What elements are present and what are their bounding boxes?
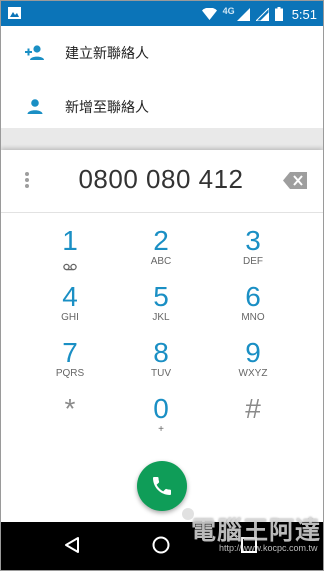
key-letters: PQRS [55, 368, 85, 379]
call-button[interactable] [137, 461, 187, 511]
key-digit: 1 [62, 225, 78, 256]
key-letters: MNO [241, 312, 265, 323]
dial-key-0[interactable]: 0 + [121, 394, 201, 452]
wifi-icon [201, 8, 217, 20]
key-digit: 5 [153, 281, 169, 312]
key-digit: 6 [245, 281, 261, 312]
watermark: 電腦王阿達 http://www.kocpc.com.tw [179, 505, 323, 565]
suggestion-label: 新增至聯絡人 [65, 100, 149, 116]
key-digit: 9 [245, 337, 261, 368]
key-digit: * [64, 393, 76, 424]
network-type: 4G [222, 6, 235, 16]
key-digit: 4 [62, 281, 78, 312]
key-letters: + [158, 424, 164, 435]
key-letters: DEF [243, 256, 263, 267]
key-letters: JKL [152, 312, 170, 323]
signal-icon-2 [255, 7, 269, 21]
key-digit: 3 [245, 225, 261, 256]
dial-key-star[interactable]: * [30, 394, 110, 452]
dial-key-1[interactable]: 1 [30, 226, 110, 284]
home-icon[interactable] [151, 535, 171, 555]
digits-row: 0800 080 412 [1, 150, 323, 213]
dial-key-5[interactable]: 5 JKL [121, 282, 201, 340]
phone-icon [153, 477, 171, 495]
status-icons: 4G 5:51 [201, 4, 317, 24]
dial-key-hash[interactable]: # [213, 394, 293, 452]
watermark-url: http://www.kocpc.com.tw [219, 543, 318, 553]
voicemail-icon [63, 263, 77, 271]
battery-icon [274, 7, 283, 21]
create-new-contact-row[interactable]: 建立新聯絡人 [1, 26, 323, 80]
add-contact-icon [25, 45, 44, 60]
key-digit: 2 [153, 225, 169, 256]
dial-key-7[interactable]: 7 PQRS [30, 338, 110, 396]
key-letters: WXYZ [238, 368, 268, 379]
key-letters: ABC [150, 256, 172, 267]
status-bar: 4G 5:51 [1, 1, 323, 26]
gallery-icon [8, 7, 21, 19]
list-divider-area [1, 128, 323, 150]
dial-key-4[interactable]: 4 GHI [30, 282, 110, 340]
overflow-menu-icon[interactable] [25, 172, 29, 190]
dial-key-3[interactable]: 3 DEF [213, 226, 293, 284]
key-digit: 8 [153, 337, 169, 368]
key-digit: # [245, 393, 261, 424]
person-icon [27, 99, 43, 114]
signal-icon [236, 7, 250, 21]
clock: 5:51 [291, 6, 317, 22]
dial-key-6[interactable]: 6 MNO [213, 282, 293, 340]
dial-key-8[interactable]: 8 TUV [121, 338, 201, 396]
key-digit: 7 [62, 337, 78, 368]
add-to-contact-row[interactable]: 新增至聯絡人 [1, 80, 323, 134]
dialed-number[interactable]: 0800 080 412 [51, 164, 271, 195]
key-letters: GHI [61, 312, 79, 323]
watermark-text: 電腦王阿達 [191, 516, 322, 545]
suggestion-label: 建立新聯絡人 [65, 46, 149, 62]
key-digit: 0 [153, 393, 169, 424]
app-frame: 4G 5:51 建立新聯絡人 新增至聯絡人 0800 080 412 1 2 A… [0, 0, 324, 571]
dial-key-2[interactable]: 2 ABC [121, 226, 201, 284]
backspace-icon[interactable] [283, 172, 307, 189]
key-letters: TUV [151, 368, 171, 379]
dial-key-9[interactable]: 9 WXYZ [213, 338, 293, 396]
back-icon[interactable] [63, 536, 81, 554]
